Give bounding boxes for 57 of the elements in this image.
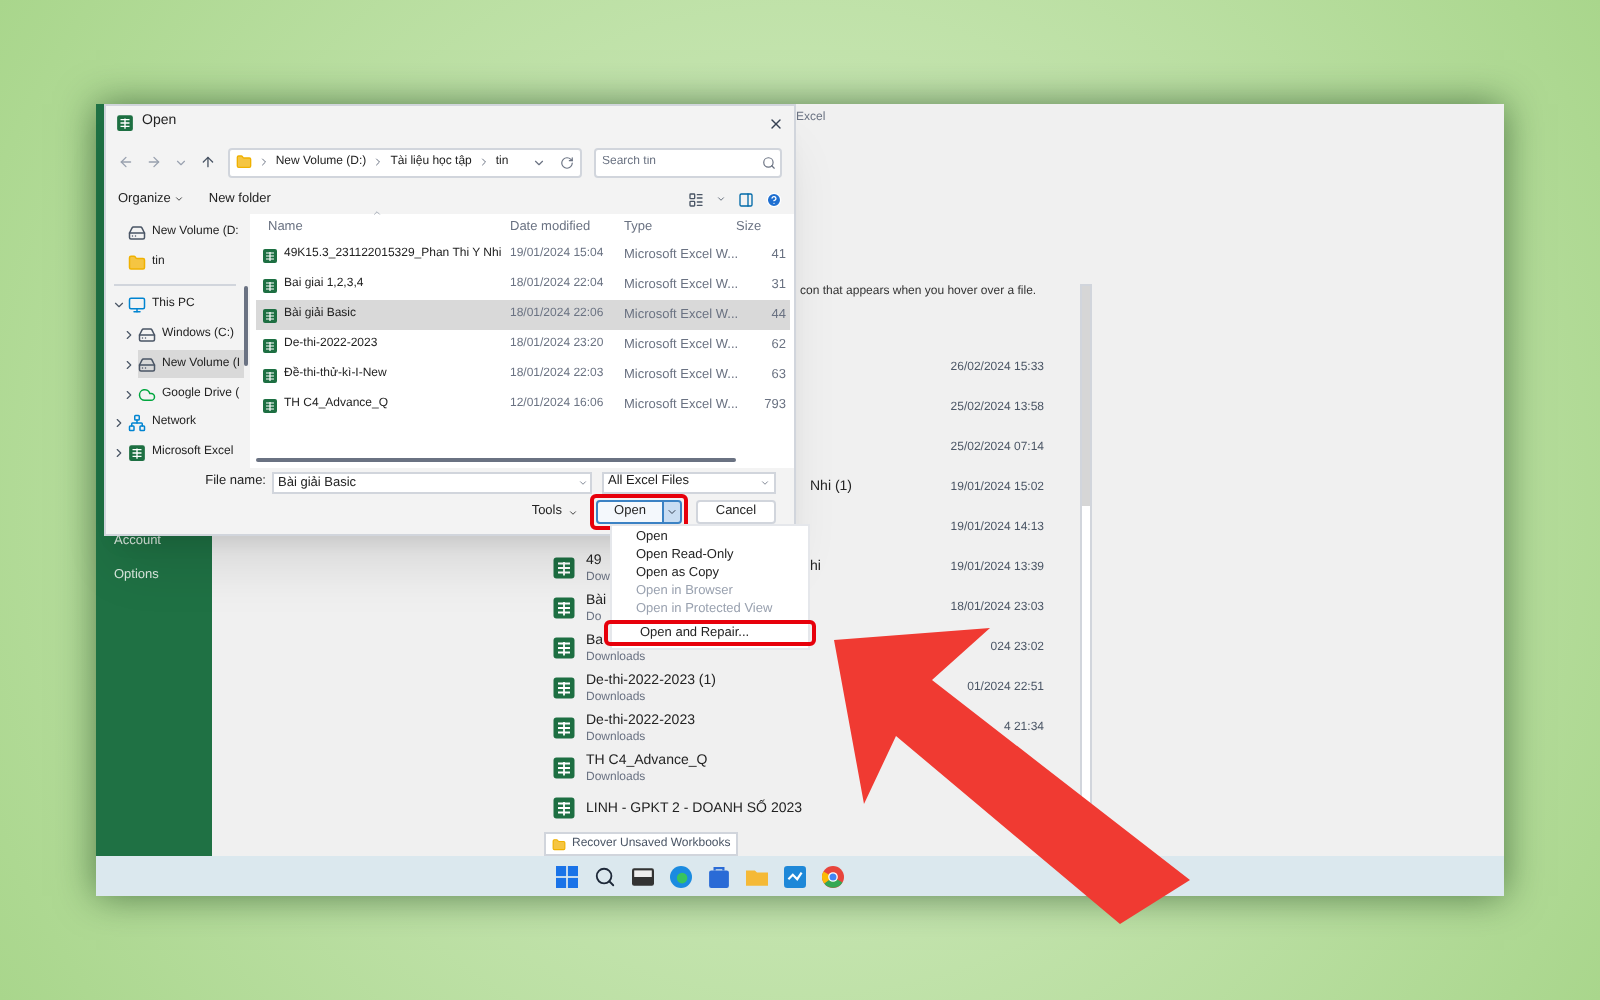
chevron-right-icon — [477, 156, 490, 168]
folder-icon — [128, 253, 146, 272]
windows-logo-icon[interactable] — [556, 865, 578, 887]
app-icon[interactable] — [784, 865, 806, 887]
refresh-icon[interactable] — [559, 155, 574, 169]
chevron-right-icon — [372, 156, 385, 168]
caret-icon[interactable] — [716, 194, 726, 204]
app-icon — [116, 114, 134, 132]
spreadsheet-icon — [262, 307, 278, 323]
caret-icon — [568, 507, 578, 517]
chevron-down-icon[interactable] — [112, 298, 126, 313]
cloud-icon — [138, 385, 156, 404]
chevron-down-icon[interactable] — [531, 155, 546, 169]
help-icon[interactable] — [766, 191, 782, 207]
browser-icon[interactable] — [822, 865, 844, 887]
view-icon[interactable] — [688, 191, 704, 207]
spreadsheet-icon — [552, 796, 576, 820]
monitor-icon — [128, 296, 146, 315]
preview-pane-icon[interactable] — [738, 191, 754, 207]
spreadsheet-icon — [262, 337, 278, 353]
search-icon — [761, 155, 776, 169]
chevron-right-icon[interactable] — [122, 328, 136, 343]
terminal-icon[interactable] — [632, 865, 654, 887]
scrollbar[interactable] — [244, 286, 248, 366]
spreadsheet-icon — [552, 676, 576, 700]
browser-icon[interactable] — [670, 865, 692, 887]
chevron-right-icon — [257, 156, 270, 168]
spreadsheet-icon — [552, 756, 576, 780]
spreadsheet-icon — [262, 277, 278, 293]
store-icon[interactable] — [708, 865, 730, 887]
spreadsheet-icon — [552, 596, 576, 620]
folder-icon — [552, 837, 566, 851]
network-icon — [128, 414, 146, 433]
chevron-down-icon — [760, 477, 770, 487]
drive-icon — [138, 326, 156, 345]
spreadsheet-icon — [262, 397, 278, 413]
drive-icon — [138, 355, 156, 374]
folder-icon — [235, 154, 252, 170]
chevron-right-icon[interactable] — [112, 446, 126, 461]
spreadsheet-icon — [262, 367, 278, 383]
up-icon[interactable] — [199, 154, 216, 170]
caret-icon — [174, 194, 185, 204]
caret-icon — [666, 506, 678, 518]
chevron-right-icon[interactable] — [122, 387, 136, 402]
chevron-right-icon[interactable] — [112, 416, 126, 431]
horizontal-scrollbar[interactable] — [256, 458, 736, 462]
spreadsheet-icon — [552, 556, 576, 580]
drive-icon — [128, 223, 146, 242]
spreadsheet-icon — [552, 636, 576, 660]
search-icon[interactable] — [594, 865, 616, 887]
spreadsheet-icon — [552, 716, 576, 740]
chevron-right-icon[interactable] — [122, 357, 136, 372]
close-icon[interactable] — [768, 115, 784, 131]
spreadsheet-icon — [128, 444, 146, 463]
spreadsheet-icon — [262, 247, 278, 263]
open-dropdown-button[interactable] — [664, 500, 682, 524]
recent-locations-icon[interactable] — [173, 155, 188, 169]
